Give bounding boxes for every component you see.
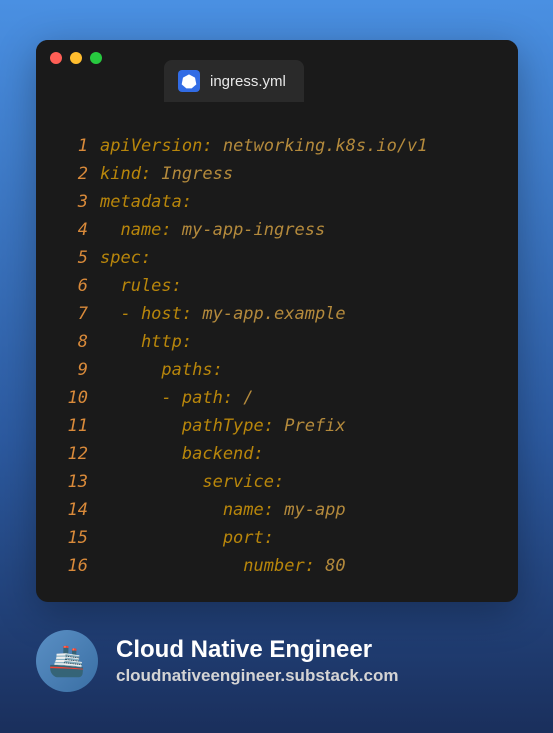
line-number: 9 <box>56 356 100 384</box>
footer-title: Cloud Native Engineer <box>116 636 398 664</box>
code-area: 1apiVersion: networking.k8s.io/v12kind: … <box>36 102 518 600</box>
yaml-key: kind: <box>100 160 161 188</box>
kubernetes-icon <box>178 70 200 92</box>
yaml-value: Ingress <box>161 160 233 188</box>
yaml-key: name: <box>100 216 182 244</box>
minimize-icon[interactable] <box>70 52 82 64</box>
avatar: 🚢 <box>36 630 98 692</box>
close-icon[interactable] <box>50 52 62 64</box>
yaml-key: http: <box>100 328 192 356</box>
code-line: 15 port: <box>56 524 498 552</box>
yaml-key: spec: <box>100 244 151 272</box>
yaml-value: networking.k8s.io/v1 <box>223 132 428 160</box>
yaml-key: apiVersion: <box>100 132 223 160</box>
line-number: 12 <box>56 440 100 468</box>
code-editor-window: ingress.yml 1apiVersion: networking.k8s.… <box>36 40 518 602</box>
yaml-key: - path: <box>100 384 243 412</box>
code-line: 11 pathType: Prefix <box>56 412 498 440</box>
line-number: 14 <box>56 496 100 524</box>
line-number: 11 <box>56 412 100 440</box>
footer-url: cloudnativeengineer.substack.com <box>116 666 398 686</box>
yaml-value: 80 <box>325 552 345 580</box>
yaml-key: name: <box>100 496 284 524</box>
code-line: 1apiVersion: networking.k8s.io/v1 <box>56 132 498 160</box>
code-line: 13 service: <box>56 468 498 496</box>
yaml-key: pathType: <box>100 412 284 440</box>
yaml-key: paths: <box>100 356 223 384</box>
line-number: 1 <box>56 132 100 160</box>
line-number: 3 <box>56 188 100 216</box>
code-line: 7 - host: my-app.example <box>56 300 498 328</box>
code-line: 10 - path: / <box>56 384 498 412</box>
code-line: 5spec: <box>56 244 498 272</box>
code-line: 3metadata: <box>56 188 498 216</box>
yaml-key: metadata: <box>100 188 192 216</box>
yaml-value: / <box>243 384 253 412</box>
ship-icon: 🚢 <box>48 644 85 679</box>
yaml-key: number: <box>100 552 325 580</box>
code-line: 14 name: my-app <box>56 496 498 524</box>
code-line: 9 paths: <box>56 356 498 384</box>
tab-bar: ingress.yml <box>36 40 518 102</box>
code-line: 2kind: Ingress <box>56 160 498 188</box>
line-number: 15 <box>56 524 100 552</box>
tab-filename: ingress.yml <box>210 73 286 90</box>
line-number: 10 <box>56 384 100 412</box>
line-number: 7 <box>56 300 100 328</box>
footer-text: Cloud Native Engineer cloudnativeenginee… <box>116 636 398 686</box>
yaml-value: my-app-ingress <box>182 216 325 244</box>
file-tab[interactable]: ingress.yml <box>164 60 304 102</box>
code-line: 4 name: my-app-ingress <box>56 216 498 244</box>
yaml-key: service: <box>100 468 284 496</box>
footer: 🚢 Cloud Native Engineer cloudnativeengin… <box>36 630 398 692</box>
yaml-value: Prefix <box>284 412 345 440</box>
line-number: 16 <box>56 552 100 580</box>
code-line: 6 rules: <box>56 272 498 300</box>
line-number: 8 <box>56 328 100 356</box>
line-number: 4 <box>56 216 100 244</box>
line-number: 6 <box>56 272 100 300</box>
code-line: 12 backend: <box>56 440 498 468</box>
zoom-icon[interactable] <box>90 52 102 64</box>
yaml-value: my-app.example <box>202 300 345 328</box>
line-number: 2 <box>56 160 100 188</box>
code-line: 16 number: 80 <box>56 552 498 580</box>
yaml-value: my-app <box>284 496 345 524</box>
yaml-key: backend: <box>100 440 264 468</box>
yaml-key: port: <box>100 524 274 552</box>
code-line: 8 http: <box>56 328 498 356</box>
line-number: 5 <box>56 244 100 272</box>
yaml-key: rules: <box>100 272 182 300</box>
line-number: 13 <box>56 468 100 496</box>
yaml-key: - host: <box>100 300 202 328</box>
